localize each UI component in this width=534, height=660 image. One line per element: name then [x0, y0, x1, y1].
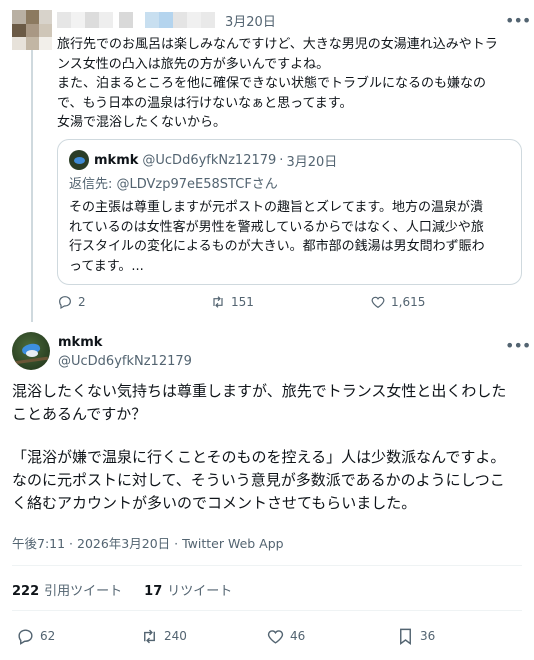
quoted-tweet-text: その主張は尊重しますが元ポストの趣旨とズレてます。地方の温泉が潰 れているのは女… [69, 198, 510, 276]
quote-text-line: れているのは女性客が男性を警戒しているからではなく、人口減少や旅 [69, 219, 484, 235]
more-icon[interactable]: ••• [505, 13, 531, 29]
avatar [69, 150, 89, 170]
bookmark-count: 36 [420, 629, 436, 643]
reply-count: 62 [40, 629, 56, 643]
author-name: mkmk [94, 152, 139, 168]
reply-handle: @LDVzp97eE58STCFさん [116, 177, 278, 192]
tweet-timestamp[interactable]: 午後7:11 · 2026年3月20日 · Twitter Web App [12, 533, 284, 552]
quote-tweets-label: 引用ツイート [44, 584, 123, 599]
like-button[interactable]: 46 [266, 626, 305, 646]
tweet-text-line: ことあるんですか？ [12, 405, 147, 423]
tweet-text-line: 「混浴が嫌で温泉に行くことそのものを控える」人は少数派なんですよ。 [12, 448, 506, 466]
retweet-count: 151 [231, 295, 254, 309]
tweet-text-line: 女湯で混浴したくないから。 [57, 115, 227, 130]
tweet-text-line: で、もう日本の温泉は行けないなぁと思ってます。 [57, 95, 353, 111]
retweet-button[interactable]: 151 [210, 292, 254, 312]
main-tweet: mkmk @UcDd6yfkNz12179 ••• 混浴したくない気持ちは尊重し… [0, 318, 534, 660]
tweet-stats: 222 引用ツイート 17 リツイート [12, 580, 254, 599]
retweets-label: リツイート [167, 584, 233, 599]
like-count: 1,615 [391, 295, 426, 309]
avatar-bird-belly [26, 350, 38, 357]
avatar[interactable] [12, 332, 50, 370]
retweet-icon [144, 629, 155, 643]
tweet-text: 旅行先でのお風呂は楽しみなんですけど、大きな男児の女湯連れ込みやトラ ンス女性の… [57, 35, 522, 133]
bookmark-button[interactable]: 36 [396, 626, 435, 646]
author-handle: @UcDd6yfkNz12179 [142, 152, 277, 168]
quoted-tweet[interactable]: mkmk @UcDd6yfkNz12179 · 3月20日 返信先: @LDVz… [57, 139, 522, 285]
bookmark-icon [400, 628, 411, 645]
quoted-tweet-header: mkmk @UcDd6yfkNz12179 · 3月20日 [69, 149, 510, 171]
tweet-text-line: ンス女性の凸入は旅先の方が多いんですよね。 [57, 56, 330, 72]
separator: · [279, 152, 284, 168]
pixelated-avatar[interactable] [12, 10, 52, 50]
divider [12, 565, 522, 566]
quote-text-line: ってます。... [69, 258, 144, 274]
tweet-text-line: 混浴したくない気持ちは尊重しますが、旅先でトランス女性と出くわした [12, 382, 507, 400]
quote-text-line: その主張は尊重しますが元ポストの趣旨とズレてます。地方の温泉が潰 [69, 200, 484, 215]
reply-label: 返信先: [69, 177, 117, 192]
tweet-date[interactable]: 3月20日 [225, 11, 276, 30]
tweet-text-line: なのに元ポストに対して、そういう意見が多数派であるかのようにしつこ [12, 471, 505, 489]
action-bar: 62 240 46 36 [12, 626, 522, 648]
author-handle[interactable]: @UcDd6yfkNz12179 [58, 354, 192, 369]
avatar-branch [13, 356, 49, 365]
reply-to: 返信先: @LDVzp97eE58STCFさん [69, 176, 510, 194]
parent-tweet[interactable]: 3月20日 ••• 旅行先でのお風呂は楽しみなんですけど、大きな男児の女湯連れ込… [0, 0, 534, 322]
quote-text-line: 行スタイルの変化によるものが大きい。都市部の銭湯は男女問わず賑わ [69, 239, 485, 254]
like-icon [267, 629, 284, 644]
retweet-icon [213, 296, 223, 308]
reply-button[interactable]: 2 [57, 292, 86, 312]
quote-tweets-stat[interactable]: 222 引用ツイート [12, 580, 122, 599]
tweet-text-line: また、泊まるところを他に確保できない状態でトラブルになるのも嫌なの [57, 76, 487, 91]
reply-button[interactable]: 62 [16, 626, 55, 646]
retweet-count: 240 [164, 629, 187, 643]
reply-icon [18, 628, 33, 645]
like-icon [371, 296, 385, 309]
retweets-count: 17 [144, 584, 163, 599]
quote-date: 3月20日 [286, 154, 338, 170]
like-button[interactable]: 1,615 [370, 292, 425, 312]
tweet-text-line: 旅行先でのお風呂は楽しみなんですけど、大きな男児の女湯連れ込みやトラ [57, 37, 498, 52]
thread-line [31, 50, 33, 322]
more-icon[interactable]: ••• [505, 338, 531, 354]
tweet-text-line: く絡むアカウントが多いのでコメントさせてもらいました。 [12, 494, 417, 512]
retweet-button[interactable]: 240 [140, 626, 187, 646]
action-bar: 2 151 1,615 [57, 292, 522, 312]
tweet-text: 混浴したくない気持ちは尊重しますが、旅先でトランス女性と出くわした ことあるんで… [12, 380, 524, 515]
quote-tweets-count: 222 [12, 584, 40, 599]
retweets-stat[interactable]: 17 リツイート [144, 580, 232, 599]
author-name[interactable]: mkmk [58, 335, 102, 350]
divider [12, 610, 522, 611]
reply-icon [59, 296, 71, 310]
like-count: 46 [290, 629, 306, 643]
reply-count: 2 [78, 295, 86, 309]
pixelated-name[interactable] [57, 12, 217, 30]
